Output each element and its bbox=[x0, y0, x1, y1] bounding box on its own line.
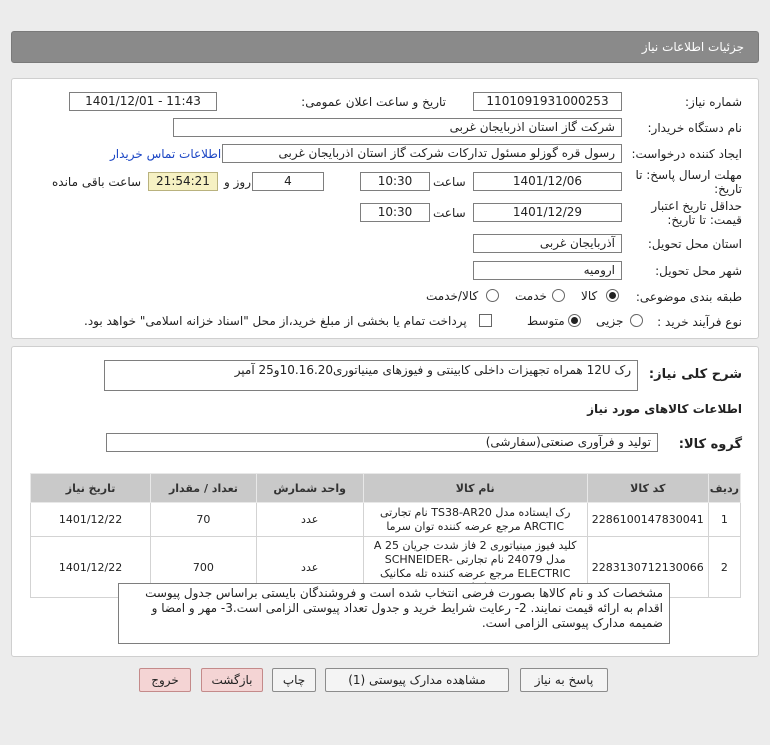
remaining-time-field: 21:54:21 bbox=[148, 172, 218, 191]
province-field: آذربایجان غربی bbox=[473, 234, 622, 253]
announce-label: تاریخ و ساعت اعلان عمومی: bbox=[301, 95, 446, 109]
deadline-time-label: ساعت bbox=[433, 175, 466, 189]
announce-field: 1401/12/01 - 11:43 bbox=[69, 92, 217, 111]
days-label: روز و bbox=[224, 175, 251, 189]
validity-time-label: ساعت bbox=[433, 206, 466, 220]
goods-group-label: گروه کالا: bbox=[678, 437, 742, 452]
view-attachments-button[interactable]: مشاهده مدارک پیوستی (1) bbox=[325, 668, 509, 692]
goods-group-field: تولید و فرآوری صنعتی(سفارشی) bbox=[106, 433, 658, 452]
treasury-payment-checkbox[interactable] bbox=[479, 314, 492, 327]
need-number-label: شماره نیاز: bbox=[685, 95, 742, 109]
process-radio-medium[interactable] bbox=[568, 314, 581, 327]
process-label: نوع فرآیند خرید : bbox=[657, 315, 742, 329]
page-title: جزئیات اطلاعات نیاز bbox=[641, 40, 744, 54]
row-index: 1 bbox=[707, 502, 742, 537]
requester-field: رسول قره گوزلو مسئول تدارکات شرکت گاز اس… bbox=[222, 144, 622, 163]
process-option-medium: متوسط bbox=[527, 314, 565, 328]
days-field: 4 bbox=[252, 172, 324, 191]
remaining-label: ساعت باقی مانده bbox=[52, 175, 142, 189]
goods-table: ردیف کد کالا نام کالا واحد شمارش تعداد /… bbox=[29, 473, 742, 598]
validity-date-field: 1401/12/29 bbox=[473, 203, 622, 222]
row-date: 1401/12/22 bbox=[29, 502, 152, 537]
col-index: ردیف bbox=[707, 473, 742, 503]
process-option-minor: جزیی bbox=[596, 314, 624, 328]
requester-label: ایجاد کننده درخواست: bbox=[631, 147, 742, 161]
validity-label-line1: حداقل تاریخ اعتبار bbox=[651, 199, 742, 213]
goods-section-title: اطلاعات کالاهای مورد نیاز bbox=[587, 402, 742, 416]
category-label: طبقه بندی موضوعی: bbox=[635, 290, 742, 304]
category-option-goods-service: کالا/خدمت bbox=[426, 289, 479, 303]
category-option-service: خدمت bbox=[515, 289, 547, 303]
row-code: 2286100147830041 bbox=[586, 502, 709, 537]
category-radio-goods-service[interactable] bbox=[486, 289, 499, 302]
buyer-notes: مشخصات کد و نام کالاها بصورت فرضی انتخاب… bbox=[118, 583, 670, 644]
city-label: شهر محل تحویل: bbox=[655, 264, 742, 278]
deadline-label: مهلت ارسال پاسخ: تا تاریخ: bbox=[635, 168, 742, 196]
summary-field: رک 12U همراه تجهیزات داخلی کابینتی و فیو… bbox=[104, 360, 638, 391]
col-name: نام کالا bbox=[362, 473, 588, 503]
col-qty: تعداد / مقدار bbox=[150, 473, 257, 503]
category-radio-goods[interactable] bbox=[606, 289, 619, 302]
category-radio-service[interactable] bbox=[552, 289, 565, 302]
validity-time-field: 10:30 bbox=[360, 203, 430, 222]
row-qty: 70 bbox=[150, 502, 257, 537]
row-index: 2 bbox=[707, 536, 742, 598]
print-button[interactable]: چاپ bbox=[272, 668, 316, 692]
province-label: استان محل تحویل: bbox=[647, 237, 742, 251]
deadline-label-line1: مهلت ارسال پاسخ: تا bbox=[635, 168, 742, 182]
contact-buyer-link[interactable]: اطلاعات تماس خریدار bbox=[110, 147, 221, 161]
buyer-org-field: شرکت گاز استان اذربایجان غربی bbox=[173, 118, 622, 137]
table-row: 1 2286100147830041 رک ایستاده مدل TS38-A… bbox=[29, 502, 742, 537]
deadline-label-line2: تاریخ: bbox=[714, 182, 742, 196]
city-field: ارومیه bbox=[473, 261, 622, 280]
col-code: کد کالا bbox=[586, 473, 709, 503]
need-number-field: 1101091931000253 bbox=[473, 92, 622, 111]
back-button[interactable]: بازگشت bbox=[201, 668, 263, 692]
treasury-payment-note: پرداخت تمام یا بخشی از مبلغ خرید،از محل … bbox=[84, 314, 467, 328]
reply-button[interactable]: پاسخ به نیاز bbox=[520, 668, 608, 692]
col-unit: واحد شمارش bbox=[255, 473, 364, 503]
row-unit: عدد bbox=[255, 502, 364, 537]
deadline-date-field: 1401/12/06 bbox=[473, 172, 622, 191]
page-header: جزئیات اطلاعات نیاز bbox=[11, 31, 759, 63]
row-name: رک ایستاده مدل TS38-AR20 نام تجارتی ARCT… bbox=[362, 502, 588, 537]
summary-label: شرح کلی نیاز: bbox=[648, 367, 742, 382]
deadline-time-field: 10:30 bbox=[360, 172, 430, 191]
validity-label: حداقل تاریخ اعتبار قیمت: تا تاریخ: bbox=[651, 199, 742, 227]
goods-table-header: ردیف کد کالا نام کالا واحد شمارش تعداد /… bbox=[29, 473, 742, 503]
col-date: تاریخ نیاز bbox=[29, 473, 152, 503]
exit-button[interactable]: خروج bbox=[139, 668, 191, 692]
process-radio-minor[interactable] bbox=[630, 314, 643, 327]
validity-label-line2: قیمت: تا تاریخ: bbox=[667, 213, 742, 227]
buyer-org-label: نام دستگاه خریدار: bbox=[647, 121, 743, 135]
category-option-goods: کالا bbox=[581, 289, 598, 303]
